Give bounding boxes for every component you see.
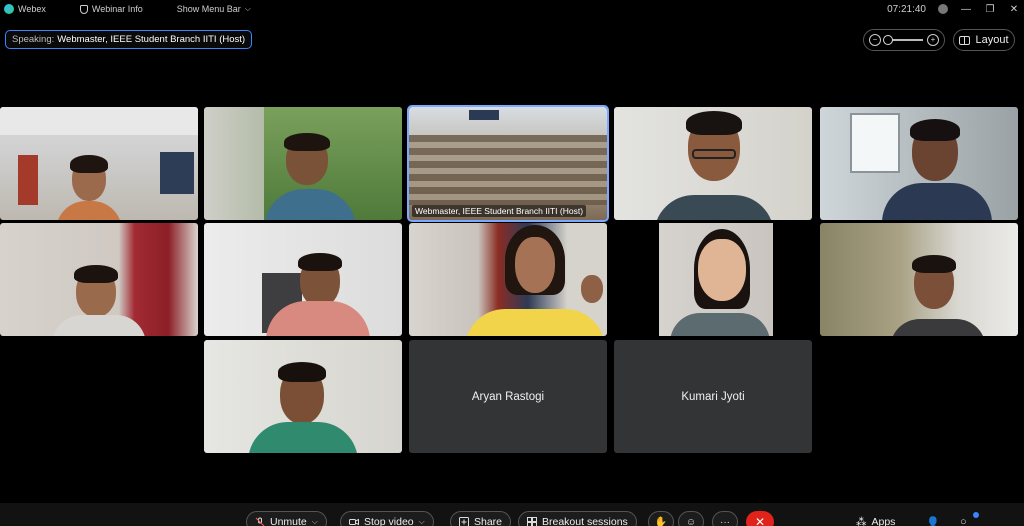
speaking-label: Speaking:: [12, 34, 55, 45]
zoom-in-icon[interactable]: +: [927, 34, 939, 46]
chevron-down-icon[interactable]: ⌵: [312, 517, 318, 526]
reaction-icon: ☺: [685, 516, 697, 526]
stop-video-button[interactable]: Stop video ⌵: [340, 511, 434, 526]
video-tile-9[interactable]: [614, 223, 812, 336]
apps-icon: ⁂: [856, 516, 867, 526]
meeting-timer: 07:21:40: [887, 3, 926, 15]
participants-icon[interactable]: 👤: [926, 516, 940, 526]
breakout-sessions-button[interactable]: Breakout sessions: [518, 511, 637, 526]
layout-button[interactable]: Layout: [953, 29, 1015, 51]
breakout-grid-icon: [527, 517, 537, 526]
raise-hand-button[interactable]: ✋: [648, 511, 674, 526]
video-tile-8[interactable]: [409, 223, 607, 336]
zoom-knob[interactable]: [883, 35, 893, 45]
close-button[interactable]: ✕: [1008, 4, 1020, 15]
host-caption: Webmaster, IEEE Student Branch IITI (Hos…: [412, 205, 587, 217]
shield-icon: [79, 4, 88, 14]
show-menu-bar-button[interactable]: Show Menu Bar ⌵: [177, 4, 251, 14]
participant-name: Aryan Rastogi: [471, 390, 545, 403]
chevron-down-icon: ⌵: [244, 4, 251, 13]
share-icon: [459, 517, 469, 526]
video-tile-2[interactable]: [204, 107, 402, 220]
webex-logo-icon: [4, 4, 14, 14]
speaking-indicator: Speaking: Webmaster, IEEE Student Branch…: [5, 30, 253, 49]
layout-grid-icon: [959, 35, 971, 45]
muted-microphone-icon: [255, 517, 265, 526]
end-call-button[interactable]: ✕: [746, 511, 774, 526]
meeting-controls-bar: Unmute ⌵ Stop video ⌵ Share Breakout ses…: [0, 503, 1024, 526]
zoom-slider[interactable]: − +: [863, 29, 945, 51]
video-tile-11[interactable]: [204, 340, 402, 453]
minimize-button[interactable]: —: [960, 4, 972, 15]
participant-name: Kumari Jyoti: [681, 390, 745, 403]
video-tile-5[interactable]: [820, 107, 1018, 220]
speaker-name: Webmaster, IEEE Student Branch IITI (Hos…: [57, 34, 246, 45]
webinar-info-button[interactable]: Webinar Info: [79, 4, 143, 14]
unmute-button[interactable]: Unmute ⌵: [246, 511, 327, 526]
video-tile-6[interactable]: [0, 223, 198, 336]
reactions-button[interactable]: ☺: [678, 511, 704, 526]
title-bar: Webex Webinar Info Show Menu Bar ⌵ 07:21…: [0, 0, 1024, 18]
participant-tile-kumari-jyoti[interactable]: Kumari Jyoti: [614, 340, 812, 453]
more-options-button[interactable]: ···: [712, 511, 738, 526]
share-button[interactable]: Share: [450, 511, 512, 526]
video-tile-10[interactable]: [820, 223, 1018, 336]
video-tile-7[interactable]: [204, 223, 402, 336]
restore-button[interactable]: ❐: [984, 4, 996, 15]
participant-tile-aryan-rastogi[interactable]: Aryan Rastogi: [409, 340, 607, 453]
zoom-out-icon[interactable]: −: [869, 34, 881, 46]
video-tile-host[interactable]: Webmaster, IEEE Student Branch IITI (Hos…: [407, 105, 609, 222]
chat-icon[interactable]: ○: [960, 516, 967, 526]
video-tile-4[interactable]: [614, 107, 812, 220]
zoom-track[interactable]: [883, 35, 923, 45]
hand-icon: ✋: [654, 516, 668, 526]
app-title: Webex: [4, 4, 46, 14]
video-camera-icon: [349, 518, 359, 526]
chevron-down-icon[interactable]: ⌵: [419, 517, 425, 526]
notification-dot: [973, 512, 979, 518]
apps-button[interactable]: ⁂ Apps: [856, 516, 895, 526]
recording-status-icon[interactable]: [938, 4, 948, 14]
webex-meeting-window: Webex Webinar Info Show Menu Bar ⌵ 07:21…: [0, 0, 1024, 526]
close-icon: ✕: [754, 515, 766, 526]
video-tile-1[interactable]: [0, 107, 198, 220]
